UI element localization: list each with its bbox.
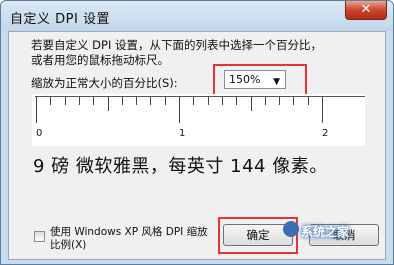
watermark-logo-icon: [283, 221, 299, 237]
ruler-tick: [322, 97, 323, 123]
ruler-tick: [136, 97, 138, 105]
xp-style-label[interactable]: 使用 Windows XP 风格 DPI 缩放比例(X): [50, 226, 210, 252]
sample-text: 9 磅 微软雅黑，每英寸 144 像素。: [33, 156, 328, 177]
ruler-tick: [236, 97, 238, 105]
ruler-tick: [164, 97, 166, 105]
window-title: 自定义 DPI 设置: [10, 12, 110, 27]
instruction-line-2: 或者用您的鼠标拖动标尺。: [31, 53, 169, 67]
xp-style-checkbox[interactable]: [34, 231, 45, 242]
dropdown-highlight: [213, 64, 307, 98]
scale-label: 缩放为正常大小的百分比(S):: [31, 76, 178, 90]
title-bar[interactable]: 自定义 DPI 设置 ✕: [1, 1, 393, 31]
ruler-tick: [279, 97, 281, 105]
ruler-tick: [93, 97, 95, 105]
ruler-tick: [179, 97, 180, 123]
ruler-label-2: 2: [322, 128, 329, 139]
ruler-tick: [207, 97, 209, 105]
instruction-line-1: 若要自定义 DPI 设置，从下面的列表中选择一个百分比，: [31, 38, 322, 52]
ruler-tick: [150, 97, 152, 105]
ruler-tick: [121, 97, 123, 105]
dpi-ruler[interactable]: 0 1 2: [32, 94, 365, 146]
ruler-tick: [193, 97, 195, 105]
ruler-label-1: 1: [179, 128, 186, 139]
dpi-settings-dialog: 自定义 DPI 设置 ✕ 若要自定义 DPI 设置，从下面的列表中选择一个百分比…: [0, 0, 394, 265]
ruler-baseline: [35, 96, 365, 97]
ruler-tick: [36, 97, 37, 123]
ruler-tick: [50, 97, 52, 105]
instruction-text: 若要自定义 DPI 设置，从下面的列表中选择一个百分比， 或者用您的鼠标拖动标尺…: [31, 38, 376, 68]
close-icon: ✕: [360, 2, 372, 17]
ruler-label-0: 0: [36, 128, 43, 139]
ruler-tick: [221, 97, 223, 105]
ruler-tick: [307, 97, 309, 105]
ruler-tick: [78, 97, 80, 105]
watermark: 系统之家: [301, 225, 350, 239]
ruler-tick: [264, 97, 266, 105]
close-button[interactable]: ✕: [345, 1, 387, 20]
ruler-tick: [293, 97, 295, 105]
ruler-tick: [250, 97, 252, 111]
ruler-tick: [64, 97, 66, 105]
ruler-tick: [107, 97, 109, 111]
